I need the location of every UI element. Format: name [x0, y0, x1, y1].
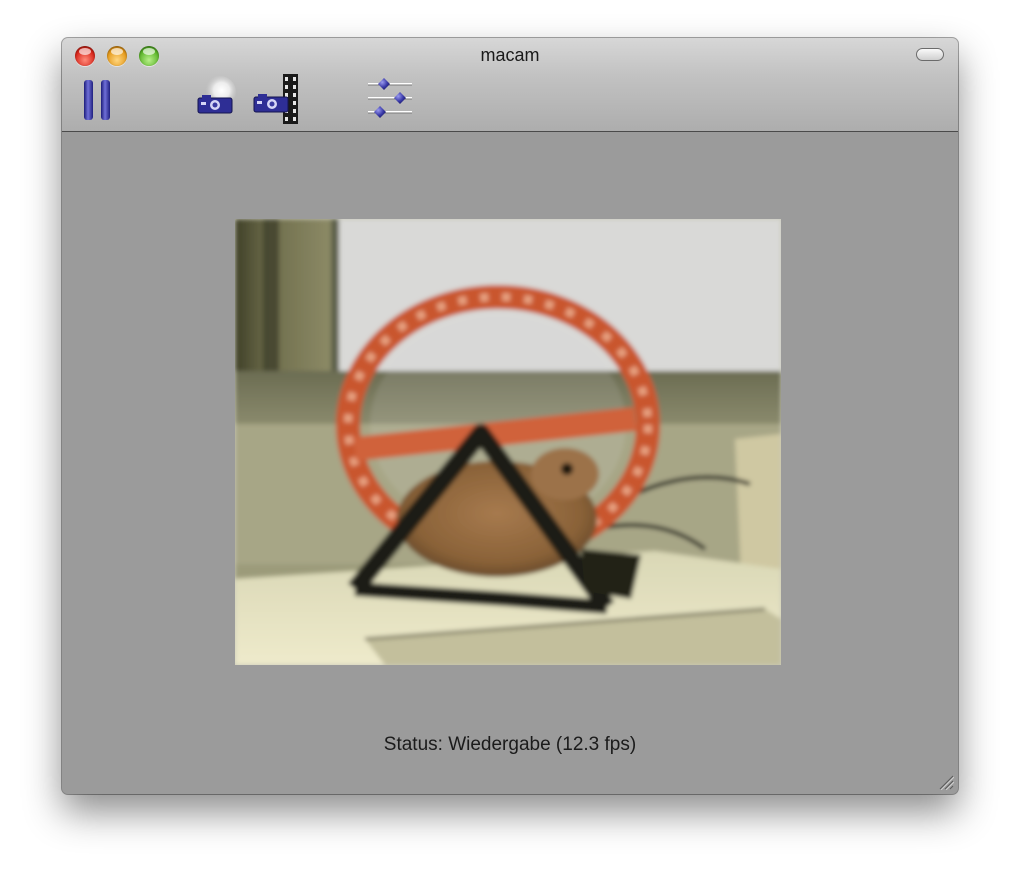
- sliders-icon: [368, 78, 412, 118]
- record-movie-button[interactable]: [252, 72, 304, 126]
- title-bar: macam: [62, 38, 958, 132]
- snapshot-button[interactable]: [194, 76, 238, 120]
- status-text: Status: Wiedergabe (12.3 fps): [383, 734, 637, 755]
- settings-button[interactable]: [366, 76, 414, 124]
- webcam-image: [235, 219, 781, 665]
- window-title: macam: [480, 45, 540, 65]
- webcam-view: [235, 219, 781, 665]
- camera-film-icon: [253, 74, 298, 124]
- toolbar-toggle-button[interactable]: [916, 48, 944, 61]
- pause-button[interactable]: [82, 78, 114, 122]
- camera-flash-icon: [197, 76, 236, 114]
- resize-grip-icon[interactable]: [936, 772, 954, 790]
- pause-icon: [84, 80, 110, 120]
- macam-window: macam Status: Wiedergabe (12.3 fps): [62, 38, 958, 794]
